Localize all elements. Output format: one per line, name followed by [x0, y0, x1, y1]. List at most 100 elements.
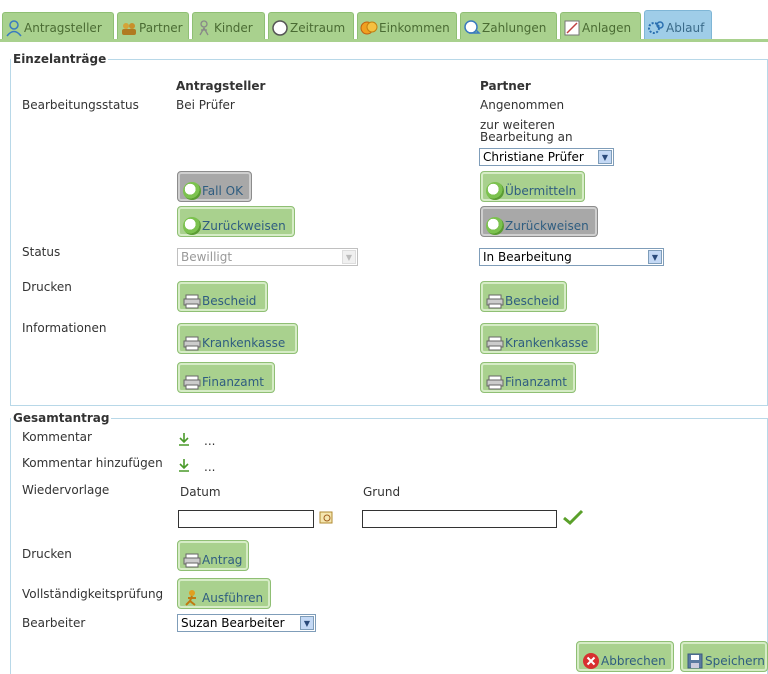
ok-circle-icon [183, 217, 201, 235]
chevron-down-icon: ▼ [300, 616, 314, 630]
tab-underline [0, 39, 768, 42]
cancel-icon [582, 652, 600, 670]
partner-zurueckweisen-button[interactable]: Zurückweisen [480, 206, 598, 237]
drucken-label: Drucken [22, 280, 72, 294]
printer-icon [183, 292, 201, 310]
button-label: Ausführen [202, 591, 264, 605]
tab-ablauf[interactable]: Ablauf [644, 10, 712, 40]
printer-icon [486, 334, 504, 352]
tab-label: Zeitraum [290, 21, 346, 35]
column-header-antragsteller: Antragsteller [176, 79, 266, 93]
printer-icon [183, 551, 201, 569]
tab-label: Zahlungen [482, 21, 547, 35]
partner-bescheid-button[interactable]: Bescheid [480, 281, 567, 312]
button-label: Bescheid [505, 294, 560, 308]
child-icon [195, 19, 213, 37]
tab-einkommen[interactable]: Einkommen [357, 12, 457, 40]
download-icon[interactable] [178, 432, 190, 449]
partner-krankenkasse-button[interactable]: Krankenkasse [480, 323, 599, 354]
grund-label: Grund [363, 485, 401, 499]
tab-zahlungen[interactable]: Zahlungen [460, 12, 557, 40]
printer-icon [486, 373, 504, 391]
button-label: Finanzamt [202, 375, 264, 389]
tab-label: Kinder [214, 21, 253, 35]
section-legend: Gesamtantrag [13, 411, 110, 425]
printer-icon [486, 292, 504, 310]
antragsteller-bescheid-button[interactable]: Bescheid [177, 281, 268, 312]
chevron-down-icon: ▼ [648, 250, 662, 264]
ok-circle-icon [183, 182, 201, 200]
kommentar-hinzufuegen-ellipsis[interactable]: ... [204, 460, 215, 474]
tab-antragsteller[interactable]: Antragsteller [2, 12, 114, 40]
select-value: In Bearbeitung [483, 250, 572, 264]
antragsteller-status-select[interactable]: Bewilligt ▼ [177, 248, 358, 266]
grund-input[interactable] [362, 510, 557, 528]
button-label: Krankenkasse [505, 336, 589, 350]
abbrechen-button[interactable]: Abbrechen [576, 641, 674, 672]
person-icon [5, 19, 23, 37]
tab-zeitraum[interactable]: Zeitraum [268, 12, 354, 40]
printer-icon [183, 334, 201, 352]
antrag-button[interactable]: Antrag [177, 540, 249, 571]
save-icon [686, 652, 704, 670]
antragsteller-zurueckweisen-button[interactable]: Zurückweisen [177, 206, 295, 237]
partner-weiter-line2: Bearbeitung an [480, 130, 573, 144]
wiedervorlage-label: Wiedervorlage [22, 483, 110, 497]
antragsteller-finanzamt-button[interactable]: Finanzamt [177, 362, 275, 393]
tab-kinder[interactable]: Kinder [192, 12, 265, 40]
partner-finanzamt-button[interactable]: Finanzamt [480, 362, 576, 393]
button-label: Fall OK [202, 184, 243, 198]
tab-bar: Antragsteller Partner Kinder Zeitraum Ei… [0, 6, 768, 40]
ausfuehren-button[interactable]: Ausführen [177, 578, 271, 609]
payment-icon [463, 19, 481, 37]
tab-label: Partner [139, 21, 183, 35]
partner-status-text: Angenommen [480, 98, 565, 112]
section-legend: Einzelanträge [13, 52, 107, 66]
tab-label: Anlagen [582, 21, 632, 35]
ok-circle-icon [486, 182, 504, 200]
datum-label: Datum [180, 485, 221, 499]
button-label: Abbrechen [601, 654, 666, 668]
button-label: Bescheid [202, 294, 257, 308]
bearbeiter-select[interactable]: Suzan Bearbeiter ▼ [177, 614, 316, 632]
clock-icon [271, 19, 289, 37]
datum-input[interactable] [178, 510, 314, 528]
download-icon[interactable] [178, 458, 190, 475]
status-label: Status [22, 245, 61, 259]
workflow-icon [647, 19, 665, 37]
tab-label: Antragsteller [24, 21, 102, 35]
partner-bearbeiter-select[interactable]: Christiane Prüfer ▼ [479, 148, 614, 166]
tab-label: Ablauf [666, 21, 705, 35]
antragsteller-krankenkasse-button[interactable]: Krankenkasse [177, 323, 298, 354]
checkmark-icon[interactable] [562, 508, 584, 529]
button-label: Speichern [705, 654, 765, 668]
gesamt-drucken-label: Drucken [22, 547, 72, 561]
button-label: Antrag [202, 553, 243, 567]
tab-partner[interactable]: Partner [117, 12, 189, 40]
button-label: Finanzamt [505, 375, 567, 389]
kommentar-hinzufuegen-label: Kommentar hinzufügen [22, 456, 163, 470]
kommentar-ellipsis[interactable]: ... [204, 434, 215, 448]
chevron-down-icon: ▼ [342, 250, 356, 264]
document-icon [563, 19, 581, 37]
uebermitteln-button[interactable]: Übermitteln [480, 171, 585, 202]
fall-ok-button[interactable]: Fall OK [177, 171, 252, 202]
kommentar-label: Kommentar [22, 430, 92, 444]
calendar-icon[interactable] [319, 510, 333, 527]
partner-status-select[interactable]: In Bearbeitung ▼ [479, 248, 664, 266]
select-value: Bewilligt [181, 250, 233, 264]
people-icon [120, 19, 138, 37]
ok-circle-icon [486, 217, 504, 235]
gesamtantrag-section: Gesamtantrag [10, 411, 768, 674]
vollstaendigkeit-label: Vollständigkeitsprüfung [22, 587, 164, 601]
printer-icon [183, 373, 201, 391]
tab-anlagen[interactable]: Anlagen [560, 12, 641, 40]
run-person-icon [183, 589, 201, 607]
speichern-button[interactable]: Speichern [680, 641, 768, 672]
column-header-partner: Partner [480, 79, 531, 93]
button-label: Zurückweisen [202, 219, 286, 233]
antragsteller-status-text: Bei Prüfer [176, 98, 235, 112]
button-label: Übermitteln [505, 184, 577, 198]
select-value: Suzan Bearbeiter [181, 616, 285, 630]
select-value: Christiane Prüfer [483, 150, 584, 164]
